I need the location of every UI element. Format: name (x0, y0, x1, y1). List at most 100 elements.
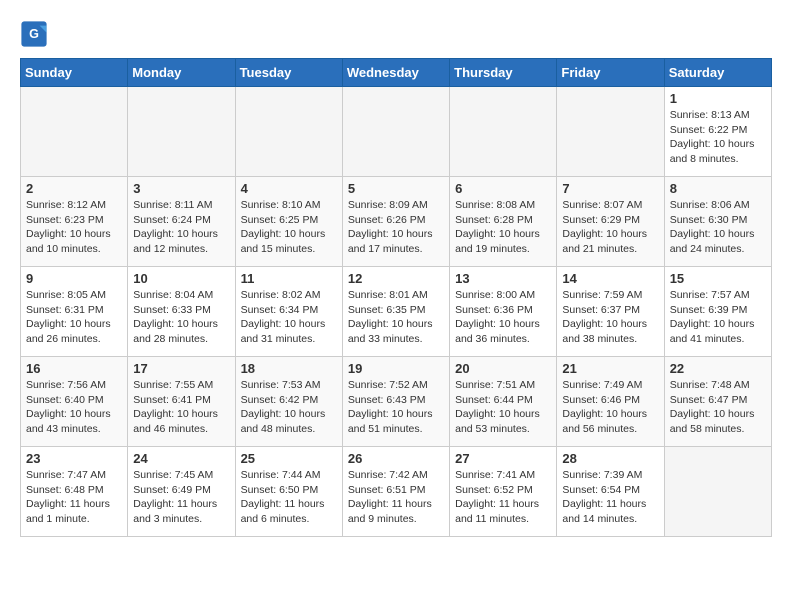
day-info: Sunrise: 7:56 AM Sunset: 6:40 PM Dayligh… (26, 378, 122, 437)
calendar-day-cell: 2Sunrise: 8:12 AM Sunset: 6:23 PM Daylig… (21, 177, 128, 267)
day-info: Sunrise: 7:41 AM Sunset: 6:52 PM Dayligh… (455, 468, 551, 527)
calendar-day-cell: 24 Sunrise: 7:45 AM Sunset: 6:49 PM Dayli… (128, 447, 235, 537)
calendar-day-cell: 4 Sunrise: 8:10 AM Sunset: 6:25 PM Daylig… (235, 177, 342, 267)
day-number: 15 (670, 271, 766, 286)
day-info: Sunrise: 8:05 AM Sunset: 6:31 PM Dayligh… (26, 288, 122, 347)
calendar-day-cell: 28 Sunrise: 7:39 AM Sunset: 6:54 PM Dayli… (557, 447, 664, 537)
day-info: Sunrise: 7:53 AM Sunset: 6:42 PM Dayligh… (241, 378, 337, 437)
day-number: 17 (133, 361, 229, 376)
calendar-day-cell: 25 Sunrise: 7:44 AM Sunset: 6:50 PM Dayli… (235, 447, 342, 537)
day-info: Sunrise: 7:49 AM Sunset: 6:46 PM Dayligh… (562, 378, 658, 437)
day-number: 3 (133, 181, 229, 196)
day-number: 18 (241, 361, 337, 376)
weekday-header-saturday: Saturday (664, 59, 771, 87)
weekday-header-thursday: Thursday (450, 59, 557, 87)
day-info: Sunrise: 8:02 AM Sunset: 6:34 PM Dayligh… (241, 288, 337, 347)
calendar-week-row: 2Sunrise: 8:12 AM Sunset: 6:23 PM Daylig… (21, 177, 772, 267)
calendar-day-cell: 6 Sunrise: 8:08 AM Sunset: 6:28 PM Daylig… (450, 177, 557, 267)
day-info: Sunrise: 8:01 AM Sunset: 6:35 PM Dayligh… (348, 288, 444, 347)
calendar-day-cell (21, 87, 128, 177)
day-info: Sunrise: 7:51 AM Sunset: 6:44 PM Dayligh… (455, 378, 551, 437)
day-number: 14 (562, 271, 658, 286)
day-number: 25 (241, 451, 337, 466)
day-info: Sunrise: 7:42 AM Sunset: 6:51 PM Dayligh… (348, 468, 444, 527)
day-number: 11 (241, 271, 337, 286)
calendar-day-cell: 14 Sunrise: 7:59 AM Sunset: 6:37 PM Dayli… (557, 267, 664, 357)
weekday-header-sunday: Sunday (21, 59, 128, 87)
day-info: Sunrise: 8:10 AM Sunset: 6:25 PM Dayligh… (241, 198, 337, 257)
calendar-day-cell: 13Sunrise: 8:00 AM Sunset: 6:36 PM Dayli… (450, 267, 557, 357)
calendar-day-cell: 18 Sunrise: 7:53 AM Sunset: 6:42 PM Dayli… (235, 357, 342, 447)
weekday-header-tuesday: Tuesday (235, 59, 342, 87)
day-number: 5 (348, 181, 444, 196)
calendar-day-cell: 17 Sunrise: 7:55 AM Sunset: 6:41 PM Dayli… (128, 357, 235, 447)
day-number: 28 (562, 451, 658, 466)
calendar-day-cell: 20 Sunrise: 7:51 AM Sunset: 6:44 PM Dayli… (450, 357, 557, 447)
day-number: 4 (241, 181, 337, 196)
day-info: Sunrise: 8:04 AM Sunset: 6:33 PM Dayligh… (133, 288, 229, 347)
day-info: Sunrise: 8:06 AM Sunset: 6:30 PM Dayligh… (670, 198, 766, 257)
calendar-day-cell: 27 Sunrise: 7:41 AM Sunset: 6:52 PM Dayli… (450, 447, 557, 537)
calendar-week-row: 1 Sunrise: 8:13 AM Sunset: 6:22 PM Daylig… (21, 87, 772, 177)
calendar-day-cell: 9Sunrise: 8:05 AM Sunset: 6:31 PM Daylig… (21, 267, 128, 357)
calendar-week-row: 23Sunrise: 7:47 AM Sunset: 6:48 PM Dayli… (21, 447, 772, 537)
day-number: 10 (133, 271, 229, 286)
day-number: 23 (26, 451, 122, 466)
day-number: 16 (26, 361, 122, 376)
day-number: 22 (670, 361, 766, 376)
calendar-day-cell: 23Sunrise: 7:47 AM Sunset: 6:48 PM Dayli… (21, 447, 128, 537)
calendar-day-cell (664, 447, 771, 537)
day-info: Sunrise: 7:59 AM Sunset: 6:37 PM Dayligh… (562, 288, 658, 347)
day-info: Sunrise: 7:57 AM Sunset: 6:39 PM Dayligh… (670, 288, 766, 347)
calendar-day-cell (557, 87, 664, 177)
day-number: 12 (348, 271, 444, 286)
calendar-day-cell: 19Sunrise: 7:52 AM Sunset: 6:43 PM Dayli… (342, 357, 449, 447)
calendar-day-cell: 22Sunrise: 7:48 AM Sunset: 6:47 PM Dayli… (664, 357, 771, 447)
calendar-day-cell (450, 87, 557, 177)
calendar-day-cell: 15 Sunrise: 7:57 AM Sunset: 6:39 PM Dayli… (664, 267, 771, 357)
calendar-day-cell: 1 Sunrise: 8:13 AM Sunset: 6:22 PM Daylig… (664, 87, 771, 177)
day-info: Sunrise: 7:39 AM Sunset: 6:54 PM Dayligh… (562, 468, 658, 527)
logo: G (20, 20, 50, 48)
calendar-day-cell: 5 Sunrise: 8:09 AM Sunset: 6:26 PM Daylig… (342, 177, 449, 267)
day-number: 7 (562, 181, 658, 196)
calendar-header-row: SundayMondayTuesdayWednesdayThursdayFrid… (21, 59, 772, 87)
weekday-header-monday: Monday (128, 59, 235, 87)
day-number: 20 (455, 361, 551, 376)
day-info: Sunrise: 8:13 AM Sunset: 6:22 PM Dayligh… (670, 108, 766, 167)
day-number: 26 (348, 451, 444, 466)
day-number: 21 (562, 361, 658, 376)
day-info: Sunrise: 8:07 AM Sunset: 6:29 PM Dayligh… (562, 198, 658, 257)
calendar-day-cell (128, 87, 235, 177)
logo-icon: G (20, 20, 48, 48)
calendar-day-cell: 16 Sunrise: 7:56 AM Sunset: 6:40 PM Dayli… (21, 357, 128, 447)
calendar-day-cell: 10 Sunrise: 8:04 AM Sunset: 6:33 PM Dayli… (128, 267, 235, 357)
day-info: Sunrise: 8:09 AM Sunset: 6:26 PM Dayligh… (348, 198, 444, 257)
calendar-day-cell: 3 Sunrise: 8:11 AM Sunset: 6:24 PM Daylig… (128, 177, 235, 267)
day-number: 24 (133, 451, 229, 466)
calendar-day-cell: 7 Sunrise: 8:07 AM Sunset: 6:29 PM Daylig… (557, 177, 664, 267)
day-number: 27 (455, 451, 551, 466)
weekday-header-friday: Friday (557, 59, 664, 87)
page-header: G (20, 20, 772, 48)
day-info: Sunrise: 7:45 AM Sunset: 6:49 PM Dayligh… (133, 468, 229, 527)
svg-text:G: G (29, 27, 39, 41)
calendar-day-cell (342, 87, 449, 177)
day-info: Sunrise: 7:44 AM Sunset: 6:50 PM Dayligh… (241, 468, 337, 527)
day-info: Sunrise: 7:55 AM Sunset: 6:41 PM Dayligh… (133, 378, 229, 437)
calendar-day-cell: 8 Sunrise: 8:06 AM Sunset: 6:30 PM Daylig… (664, 177, 771, 267)
day-number: 2 (26, 181, 122, 196)
calendar-day-cell (235, 87, 342, 177)
calendar-table: SundayMondayTuesdayWednesdayThursdayFrid… (20, 58, 772, 537)
day-number: 8 (670, 181, 766, 196)
weekday-header-wednesday: Wednesday (342, 59, 449, 87)
calendar-week-row: 16 Sunrise: 7:56 AM Sunset: 6:40 PM Dayli… (21, 357, 772, 447)
day-info: Sunrise: 8:11 AM Sunset: 6:24 PM Dayligh… (133, 198, 229, 257)
calendar-week-row: 9Sunrise: 8:05 AM Sunset: 6:31 PM Daylig… (21, 267, 772, 357)
day-number: 19 (348, 361, 444, 376)
day-info: Sunrise: 8:08 AM Sunset: 6:28 PM Dayligh… (455, 198, 551, 257)
day-number: 6 (455, 181, 551, 196)
day-number: 1 (670, 91, 766, 106)
calendar-day-cell: 21 Sunrise: 7:49 AM Sunset: 6:46 PM Dayli… (557, 357, 664, 447)
day-number: 13 (455, 271, 551, 286)
